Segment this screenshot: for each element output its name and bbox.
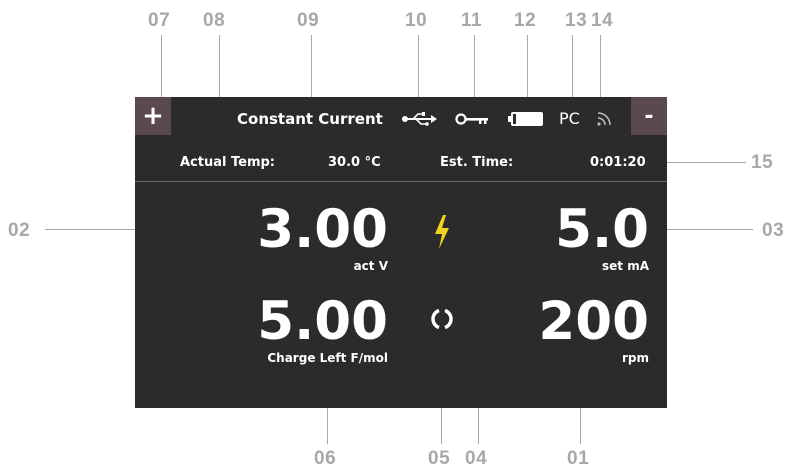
wireless-icon [597,112,611,126]
leader-03 [657,229,753,230]
battery-icon [508,112,543,126]
charge-value: 5.00 [257,291,388,352]
key-icon [455,113,488,125]
leader-07 [161,35,162,97]
actual-temp-label: Actual Temp: [180,155,275,170]
current-unit: set mA [602,259,649,273]
callout-14: 14 [591,10,614,31]
voltage-value: 3.00 [257,199,388,260]
divider [135,181,667,182]
callout-03: 03 [762,220,785,241]
speed-value: 200 [538,291,649,352]
usb-icon [402,112,437,126]
mode-label: Constant Current [237,110,383,128]
callout-02: 02 [8,220,31,241]
callout-09: 09 [297,10,320,31]
callout-07: 07 [148,10,171,31]
pc-label: PC [559,109,580,128]
est-time-value: 0:01:20 [590,155,646,170]
device-screen: + - Constant Current PC Actual Temp: 30.… [135,97,667,408]
est-time-label: Est. Time: [440,155,514,170]
minus-button[interactable]: - [631,97,667,135]
callout-08: 08 [203,10,226,31]
callout-12: 12 [514,10,537,31]
status-bar: Constant Current PC [171,97,631,142]
speed-unit: rpm [621,351,649,365]
callout-10: 10 [405,10,428,31]
actual-temp-value: 30.0 °C [328,155,381,170]
charge-unit: Charge Left F/mol [267,351,388,365]
current-value: 5.0 [555,199,649,260]
plus-button[interactable]: + [135,97,171,135]
callout-13: 13 [565,10,588,31]
lightning-icon [435,215,449,249]
voltage-unit: act V [353,259,388,273]
figure: { "callouts": { "c07": "07", "c08": "08"… [0,0,791,469]
callout-11: 11 [461,10,483,31]
leader-15 [660,162,746,163]
callout-15: 15 [751,152,774,173]
rotation-icon [431,308,453,330]
